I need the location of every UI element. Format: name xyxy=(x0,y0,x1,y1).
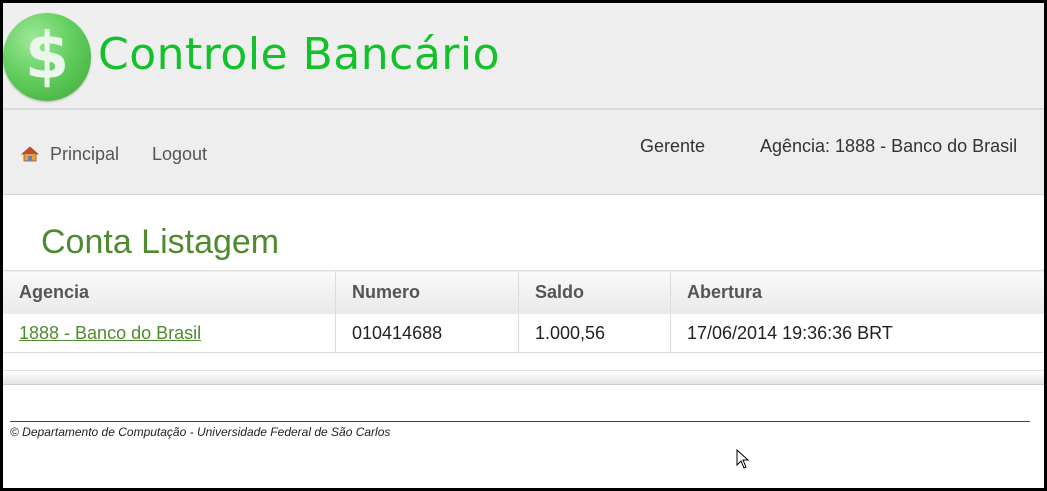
content-separator xyxy=(3,370,1044,385)
cell-numero: 010414688 xyxy=(335,314,519,353)
footer-divider xyxy=(10,421,1030,422)
app-header: $ Controle Bancário xyxy=(3,3,1044,109)
home-icon[interactable] xyxy=(21,146,39,162)
cell-abertura: 17/06/2014 19:36:36 BRT xyxy=(670,314,1044,353)
cell-saldo: 1.000,56 xyxy=(518,314,671,353)
navbar: Principal Logout Gerente Agência: 1888 -… xyxy=(3,109,1044,195)
column-header-agencia: Agencia xyxy=(3,270,336,314)
table-header-row: Agencia Numero Saldo Abertura xyxy=(3,270,1044,314)
nav-principal-link[interactable]: Principal xyxy=(50,144,119,165)
browser-viewport: $ Controle Bancário Principal Logout Ger… xyxy=(3,3,1044,488)
accounts-table: Agencia Numero Saldo Abertura 1888 - Ban… xyxy=(3,270,1044,353)
footer-copyright: © Departamento de Computação - Universid… xyxy=(10,425,391,439)
page-title: Conta Listagem xyxy=(41,223,280,261)
table-row: 1888 - Banco do Brasil 010414688 1.000,5… xyxy=(3,314,1044,353)
column-header-saldo: Saldo xyxy=(518,270,671,314)
column-header-abertura: Abertura xyxy=(670,270,1044,314)
app-title: Controle Bancário xyxy=(98,29,501,80)
nav-logout-link[interactable]: Logout xyxy=(152,144,207,165)
current-agencia: Agência: 1888 - Banco do Brasil xyxy=(760,136,1018,156)
column-header-numero: Numero xyxy=(335,270,519,314)
accounts-table-container: Agencia Numero Saldo Abertura 1888 - Ban… xyxy=(3,270,1044,353)
logo-symbol: $ xyxy=(24,20,70,94)
mouse-cursor-icon xyxy=(736,449,750,469)
agencia-link[interactable]: 1888 - Banco do Brasil xyxy=(19,323,201,343)
user-role: Gerente xyxy=(640,136,706,156)
cell-agencia: 1888 - Banco do Brasil xyxy=(3,314,336,353)
dollar-coin-icon: $ xyxy=(3,13,91,101)
